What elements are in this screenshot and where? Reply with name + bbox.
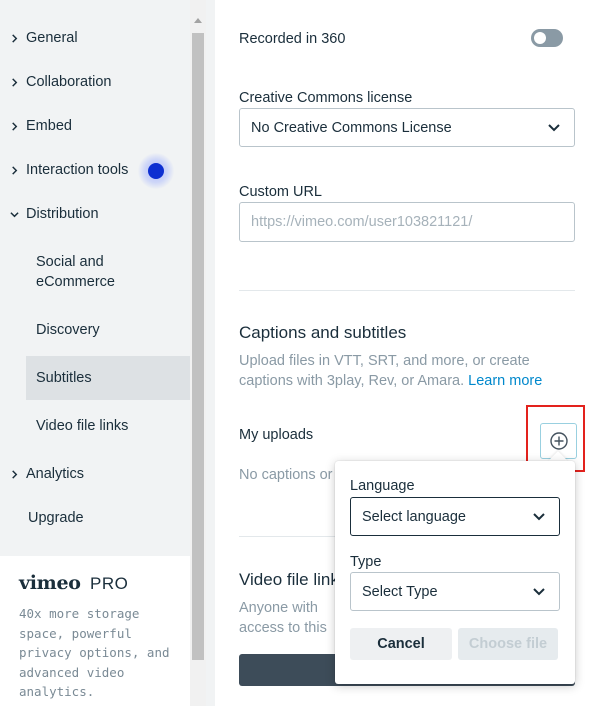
chevron-right-icon	[9, 466, 19, 482]
video-file-links-heading: Video file links	[239, 570, 335, 589]
recorded-360-label: Recorded in 360	[239, 31, 346, 47]
sidebar-subitem-label: Subtitles	[36, 370, 92, 386]
sidebar-subitem-label: Video file links	[36, 418, 129, 434]
chevron-right-icon	[9, 74, 19, 90]
pro-label: PRO	[90, 574, 129, 593]
sidebar-subitem-discovery[interactable]: Discovery	[26, 310, 190, 350]
type-select-value: Select Type	[362, 583, 438, 600]
captions-heading: Captions and subtitles	[239, 323, 407, 342]
type-label: Type	[350, 554, 382, 570]
choose-file-button[interactable]: Choose file	[458, 628, 558, 660]
sidebar-item-label: Analytics	[26, 466, 85, 482]
sidebar-subitem-subtitles[interactable]: Subtitles	[26, 356, 190, 400]
sidebar-item-label: Embed	[26, 118, 72, 134]
chevron-right-icon	[9, 30, 19, 46]
sidebar-item-label: Upgrade	[28, 510, 84, 526]
license-select[interactable]: No Creative Commons License	[239, 108, 575, 147]
toggle-knob	[534, 32, 546, 44]
chevron-down-icon	[533, 512, 545, 520]
cancel-button[interactable]: Cancel	[350, 628, 452, 660]
custom-url-label: Custom URL	[239, 184, 322, 200]
license-select-value: No Creative Commons License	[251, 119, 452, 136]
chevron-down-icon	[9, 206, 19, 222]
add-circle-icon	[549, 432, 568, 450]
custom-url-field[interactable]	[239, 202, 575, 242]
type-select[interactable]: Select Type	[350, 572, 560, 611]
sidebar-subitem-label: Discovery	[36, 322, 100, 338]
recorded-360-toggle[interactable]	[531, 29, 563, 47]
scroll-up-arrow-icon[interactable]	[194, 18, 202, 23]
sidebar-item-label: General	[26, 30, 78, 46]
promo-text: 40x more storage space, powerful privacy…	[19, 606, 170, 699]
license-label: Creative Commons license	[239, 90, 413, 106]
vimeo-logo: vimeo	[19, 572, 81, 594]
section-divider	[239, 290, 575, 291]
language-select-value: Select language	[362, 508, 466, 525]
learn-more-link[interactable]: Learn more	[468, 373, 542, 389]
chevron-right-icon	[9, 118, 19, 134]
video-file-links-description: Anyone with access to this video can vie…	[239, 600, 327, 636]
language-label: Language	[350, 478, 415, 494]
my-uploads-label: My uploads	[239, 427, 314, 443]
sidebar-item-upgrade[interactable]: Upgrade	[0, 498, 190, 538]
captions-description: Upload files in VTT, SRT, and more, or c…	[239, 351, 569, 391]
sidebar-subitem-label: Social and eCommerce	[36, 254, 115, 290]
click-indicator-dot	[148, 163, 164, 179]
sidebar-item-collaboration[interactable]: Collaboration	[0, 62, 190, 102]
sidebar-item-embed[interactable]: Embed	[0, 106, 190, 146]
sidebar-item-label: Distribution	[26, 206, 99, 222]
no-captions-text: No captions or subtitles	[239, 467, 335, 483]
sidebar-item-distribution[interactable]: Distribution	[0, 194, 190, 234]
sidebar-item-label: Collaboration	[26, 74, 112, 90]
language-select[interactable]: Select language	[350, 497, 560, 536]
sidebar-item-general[interactable]: General	[0, 18, 190, 58]
sidebar-item-analytics[interactable]: Analytics	[0, 454, 190, 494]
chevron-down-icon	[548, 123, 560, 131]
custom-url-input[interactable]	[251, 203, 561, 241]
panel-gutter	[206, 0, 215, 706]
sidebar-item-label: Interaction tools	[26, 162, 129, 178]
chevron-right-icon	[9, 162, 19, 178]
sidebar-subitem-social-ecommerce[interactable]: Social and eCommerce	[26, 250, 190, 294]
sidebar-subitem-video-file-links[interactable]: Video file links	[26, 406, 190, 446]
scrollbar-thumb[interactable]	[192, 33, 204, 660]
chevron-down-icon	[533, 587, 545, 595]
